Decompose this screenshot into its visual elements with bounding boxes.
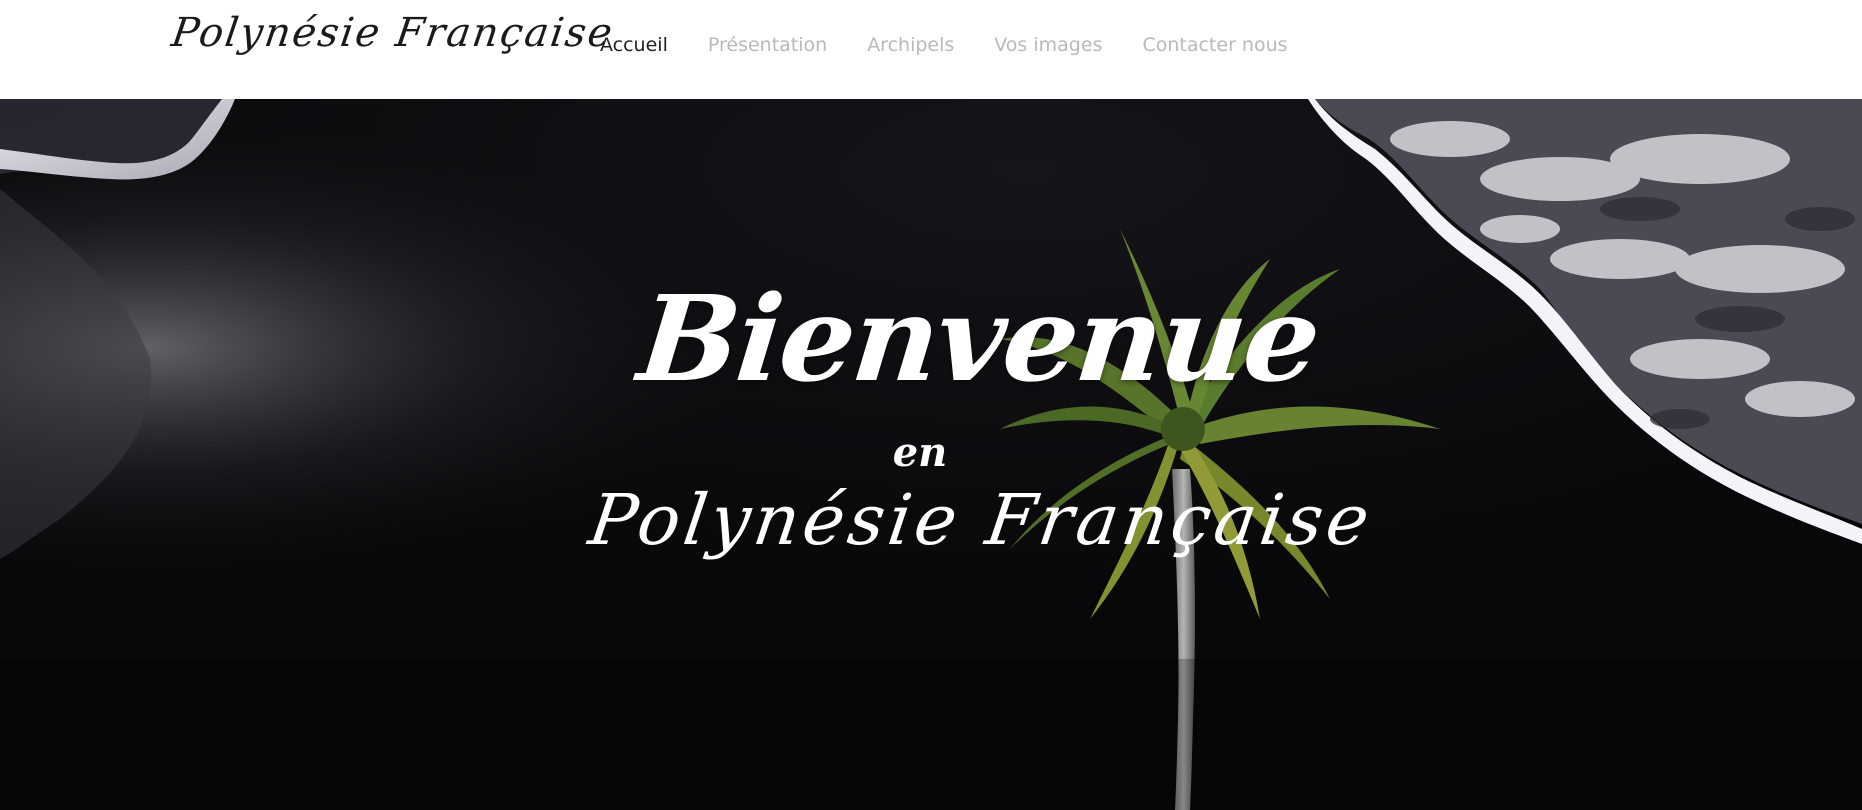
nav-link-vos-images[interactable]: Vos images [994, 34, 1102, 56]
top-navbar: Polynésie Française Accueil Présentation… [0, 0, 1862, 99]
nav-item-contacter-nous: Contacter nous [1142, 34, 1287, 56]
nav-link-accueil[interactable]: Accueil [600, 34, 668, 56]
nav-item-accueil: Accueil [600, 34, 668, 56]
nav-link-presentation[interactable]: Présentation [708, 34, 827, 56]
brand-logo[interactable]: Polynésie Française [169, 10, 617, 56]
nav-item-archipels: Archipels [867, 34, 954, 56]
nav-item-presentation: Présentation [708, 34, 827, 56]
hero-background-image [0, 99, 1862, 810]
hero-section: Bienvenue en Polynésie Française [0, 99, 1862, 810]
main-nav: Accueil Présentation Archipels Vos image… [600, 0, 1328, 90]
nav-item-vos-images: Vos images [994, 34, 1102, 56]
nav-link-archipels[interactable]: Archipels [867, 34, 954, 56]
nav-link-contacter-nous[interactable]: Contacter nous [1142, 34, 1287, 56]
